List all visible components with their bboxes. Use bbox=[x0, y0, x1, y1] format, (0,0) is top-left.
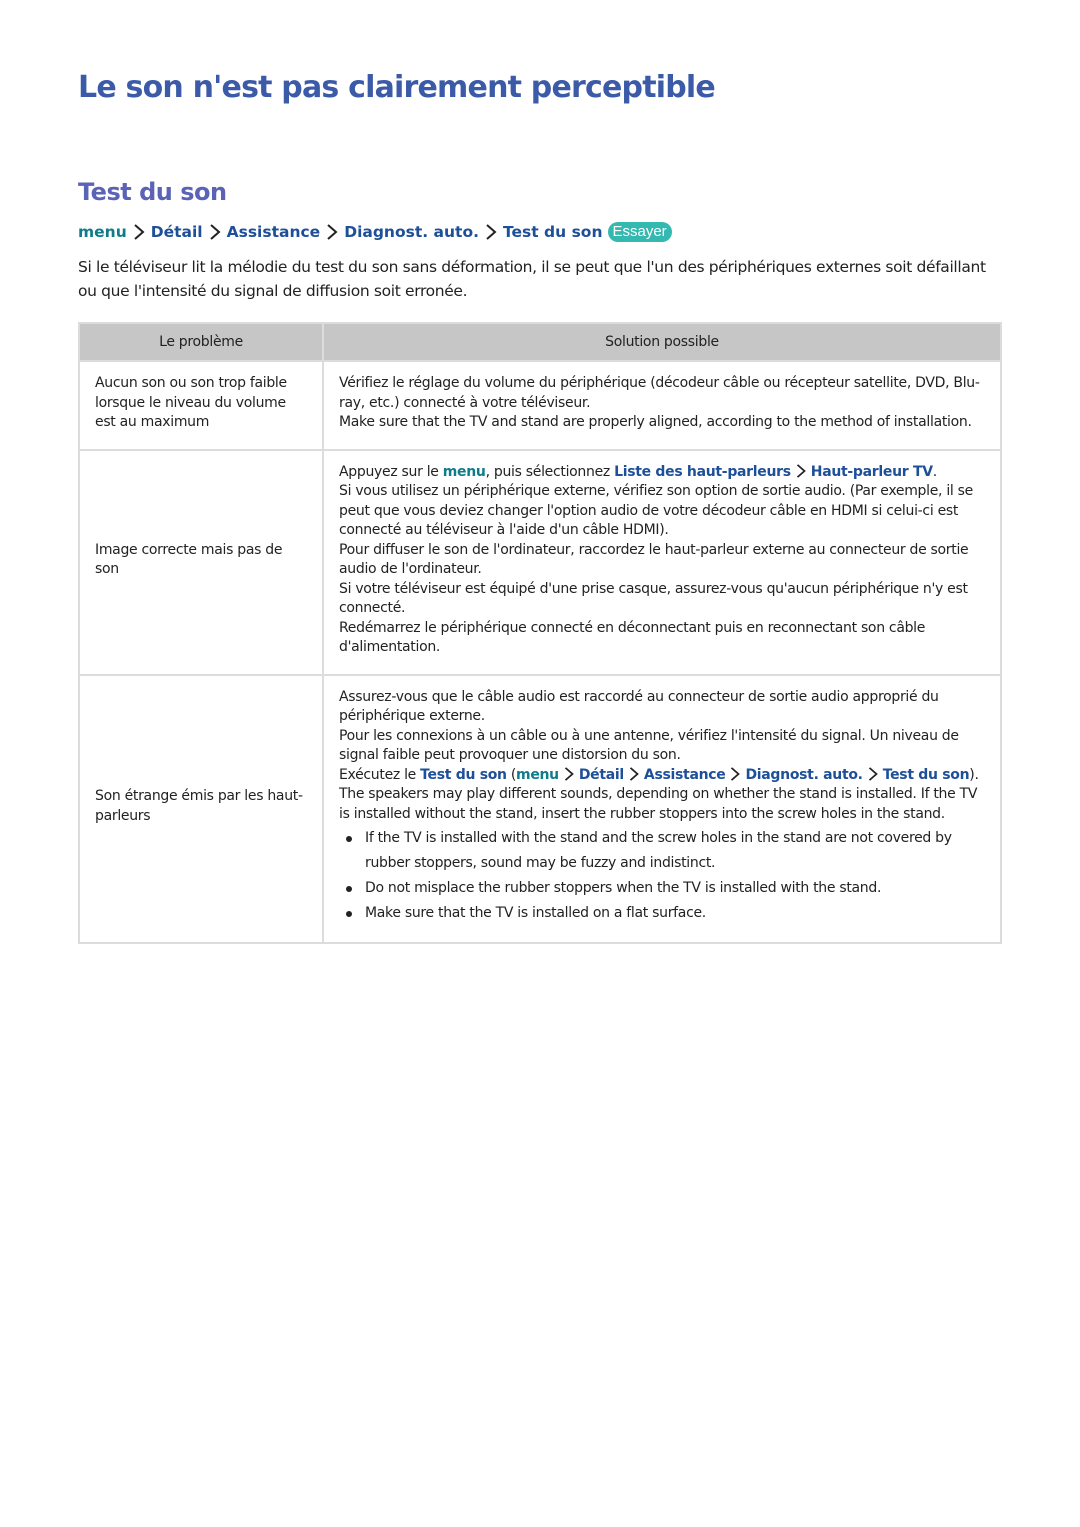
bullet-item: If the TV is installed with the stand an… bbox=[339, 826, 988, 876]
breadcrumb-item-assistance[interactable]: Assistance bbox=[227, 223, 321, 241]
bullet-icon bbox=[346, 836, 352, 842]
problem-cell: Son étrange émis par les haut-parleurs bbox=[78, 673, 324, 944]
chevron-right-icon bbox=[866, 766, 880, 781]
sound-test-link[interactable]: Test du son bbox=[420, 767, 507, 783]
solution-text: Si vous utilisez un périphérique externe… bbox=[339, 483, 973, 538]
chevron-right-icon bbox=[324, 224, 340, 240]
speaker-list-link[interactable]: Liste des haut-parleurs bbox=[614, 464, 791, 480]
text-fragment: ( bbox=[506, 766, 517, 783]
table-row: Image correcte mais pas de son Appuyez s… bbox=[78, 448, 1002, 676]
tv-speaker-link[interactable]: Haut-parleur TV bbox=[811, 464, 933, 480]
solution-cell: Appuyez sur le menu, puis sélectionnez L… bbox=[322, 448, 1002, 676]
solution-text: Make sure that the TV and stand are prop… bbox=[339, 414, 972, 430]
solution-text: Vérifiez le réglage du volume du périphé… bbox=[339, 375, 980, 411]
text-fragment: . bbox=[932, 463, 937, 480]
path-test-du-son-link[interactable]: Test du son bbox=[883, 767, 970, 783]
text-fragment: Appuyez sur le bbox=[339, 463, 443, 480]
path-diagnost-link[interactable]: Diagnost. auto. bbox=[745, 767, 863, 783]
text-fragment: , puis sélectionnez bbox=[485, 463, 615, 480]
chevron-right-icon bbox=[794, 463, 808, 478]
problem-cell: Aucun son ou son trop faible lorsque le … bbox=[78, 360, 324, 451]
bullet-text: If the TV is installed with the stand an… bbox=[365, 830, 952, 871]
path-assistance-link[interactable]: Assistance bbox=[644, 767, 726, 783]
breadcrumb-item-menu[interactable]: menu bbox=[78, 223, 127, 241]
chevron-right-icon bbox=[627, 766, 641, 781]
solution-cell: Vérifiez le réglage du volume du périphé… bbox=[322, 360, 1002, 451]
bullet-item: Do not misplace the rubber stoppers when… bbox=[339, 876, 988, 901]
solution-text: The speakers may play different sounds, … bbox=[339, 786, 978, 822]
chevron-right-icon bbox=[207, 224, 223, 240]
menu-link[interactable]: menu bbox=[443, 464, 486, 480]
chevron-right-icon bbox=[728, 766, 742, 781]
bullet-item: Make sure that the TV is installed on a … bbox=[339, 901, 988, 926]
text-fragment: Exécutez le bbox=[339, 766, 421, 783]
solution-text: Appuyez sur le menu, puis sélectionnez L… bbox=[339, 463, 988, 483]
solution-text: Pour diffuser le son de l'ordinateur, ra… bbox=[339, 541, 969, 578]
bullet-list: If the TV is installed with the stand an… bbox=[339, 826, 988, 926]
solution-text: Pour les connexions à un câble ou à une … bbox=[339, 727, 959, 764]
troubleshooting-table: Le problème Solution possible Aucun son … bbox=[78, 322, 1002, 944]
table-row: Son étrange émis par les haut-parleurs A… bbox=[78, 673, 1002, 944]
bullet-text: Make sure that the TV is installed on a … bbox=[365, 905, 706, 921]
chevron-right-icon bbox=[562, 766, 576, 781]
header-solution: Solution possible bbox=[322, 322, 1002, 362]
table-header-row: Le problème Solution possible bbox=[78, 322, 1002, 362]
section-title: Test du son bbox=[78, 178, 227, 206]
run-test-line: Exécutez le Test du son (menu Détail Assis… bbox=[339, 766, 988, 786]
bullet-icon bbox=[346, 886, 352, 892]
bullet-text: Do not misplace the rubber stoppers when… bbox=[365, 880, 882, 896]
chevron-right-icon bbox=[131, 224, 147, 240]
chevron-right-icon bbox=[483, 224, 499, 240]
solution-text: Si votre téléviseur est équipé d'une pri… bbox=[339, 580, 968, 617]
try-button[interactable]: Essayer bbox=[608, 222, 672, 242]
header-problem: Le problème bbox=[78, 322, 324, 362]
page-title: Le son n'est pas clairement perceptible bbox=[78, 70, 716, 105]
breadcrumb: menu Détail Assistance Diagnost. auto. T… bbox=[78, 222, 672, 242]
solution-text: Redémarrez le périphérique connecté en d… bbox=[339, 619, 926, 656]
breadcrumb-item-test-du-son[interactable]: Test du son bbox=[503, 223, 603, 241]
table-row: Aucun son ou son trop faible lorsque le … bbox=[78, 360, 1002, 451]
breadcrumb-item-detail[interactable]: Détail bbox=[151, 223, 203, 241]
text-fragment: ). bbox=[969, 766, 979, 783]
bullet-icon bbox=[346, 911, 352, 917]
path-detail-link[interactable]: Détail bbox=[579, 767, 624, 783]
breadcrumb-item-diagnost[interactable]: Diagnost. auto. bbox=[344, 223, 479, 241]
solution-text: Assurez-vous que le câble audio est racc… bbox=[339, 688, 939, 725]
solution-cell: Assurez-vous que le câble audio est racc… bbox=[322, 673, 1002, 944]
intro-paragraph: Si le téléviseur lit la mélodie du test … bbox=[78, 258, 986, 300]
problem-cell: Image correcte mais pas de son bbox=[78, 448, 324, 676]
path-menu-link[interactable]: menu bbox=[516, 767, 559, 783]
